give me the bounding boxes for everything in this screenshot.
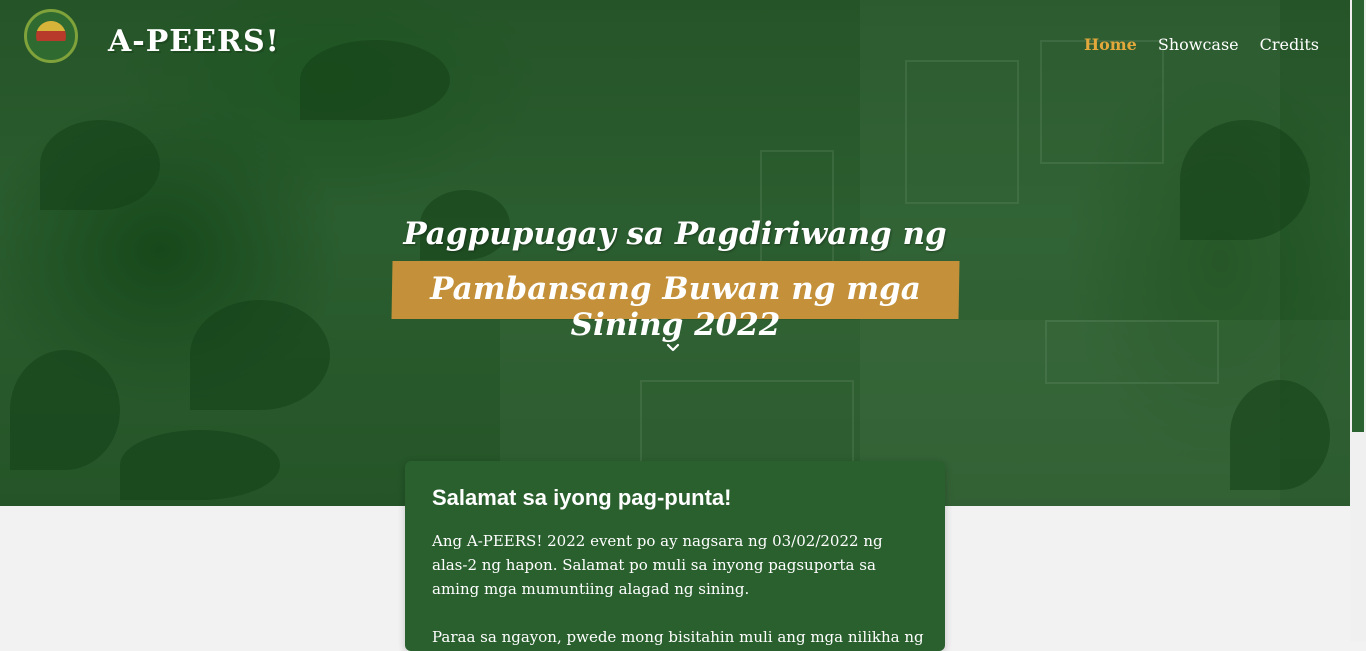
hero-background [0,0,1350,506]
brand-title[interactable]: A-PEERS! [108,24,280,59]
scrollbar-thumb[interactable] [1352,0,1364,432]
card-title: Salamat sa iyong pag-punta! [432,485,732,510]
card-paragraph-1: Ang A-PEERS! 2022 event po ay nagsara ng… [432,532,883,598]
nav-home-link[interactable]: Home [1084,35,1137,54]
nav-credits-link[interactable]: Credits [1260,35,1319,54]
card-paragraph-2: Paraa sa ngayon, pwede mong bisitahin mu… [432,628,924,646]
nav-showcase-link[interactable]: Showcase [1158,35,1239,54]
page-scrollbar[interactable] [1350,0,1366,642]
logo-emblem [36,21,66,51]
hero-heading-line2: Pambansang Buwan ng mga Sining 2022 [430,271,921,343]
main-nav: Home Showcase Credits [1084,35,1319,54]
chevron-down-icon[interactable] [666,341,680,355]
thank-you-card: Salamat sa iyong pag-punta! Ang A-PEERS!… [405,461,945,651]
school-logo[interactable] [24,9,78,63]
hero-heading-line1: Pagpupugay sa Pagdiriwang ng [403,216,947,252]
